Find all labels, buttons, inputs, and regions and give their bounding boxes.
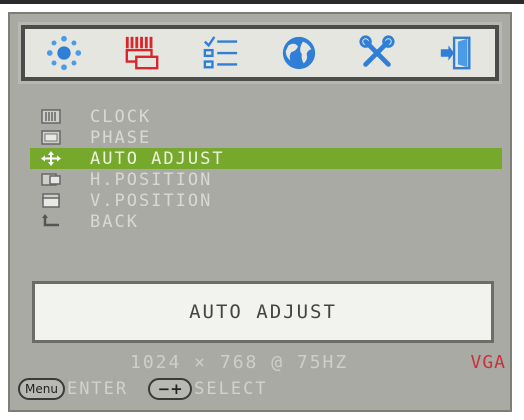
tools-icon (359, 35, 396, 67)
select-hint: SELECT (194, 379, 268, 399)
menu-list: CLOCK PHASE AUTO ADJUST H.POSITION V.POS… (30, 106, 502, 232)
status-line: 1024 × 768 @ 75HZ VGA (10, 352, 510, 376)
exit-door-icon (440, 36, 471, 70)
menu-item-h-position[interactable]: H.POSITION (30, 169, 502, 190)
menu-item-label: V.POSITION (90, 190, 213, 211)
menu-item-label: BACK (90, 211, 139, 232)
menu-item-clock[interactable]: CLOCK (30, 106, 502, 127)
minus-plus-key-icon: −+ (148, 378, 193, 400)
menu-item-label: PHASE (90, 127, 152, 148)
menu-item-back[interactable]: BACK (30, 211, 502, 232)
menu-item-auto-adjust[interactable]: AUTO ADJUST (30, 148, 502, 169)
description-text: AUTO ADJUST (189, 301, 337, 323)
resolution-text: 1024 × 768 @ 75HZ (130, 352, 349, 373)
auto-adjust-arrows-icon (40, 151, 62, 167)
tab-brightness[interactable] (43, 32, 85, 74)
menu-item-v-position[interactable]: V.POSITION (30, 190, 502, 211)
menu-item-label: H.POSITION (90, 169, 213, 190)
tab-image[interactable] (121, 32, 163, 74)
top-border-line (0, 0, 524, 4)
tab-bar (18, 22, 502, 84)
menu-item-label: CLOCK (90, 106, 152, 127)
back-arrow-icon (40, 214, 62, 230)
clock-bars-icon (40, 109, 62, 125)
phase-icon (40, 130, 62, 146)
tab-settings-list[interactable] (200, 32, 242, 74)
menu-key-icon: Menu (18, 378, 65, 400)
menu-item-label: AUTO ADJUST (90, 148, 225, 169)
tab-exit[interactable] (435, 32, 477, 74)
menu-item-phase[interactable]: PHASE (30, 127, 502, 148)
globe-language-icon (282, 36, 316, 70)
checklist-icon (203, 36, 237, 69)
osd-menu-panel: CLOCK PHASE AUTO ADJUST H.POSITION V.POS… (8, 12, 512, 412)
enter-hint: ENTER (66, 379, 129, 399)
tab-language[interactable] (278, 32, 320, 74)
v-position-icon (40, 193, 62, 209)
description-box: AUTO ADJUST (32, 281, 494, 343)
image-adjust-icon (126, 36, 159, 70)
signal-source-text: VGA (470, 352, 506, 373)
tab-tools[interactable] (356, 32, 398, 74)
help-line: Menu ENTER −+ SELECT (18, 376, 268, 402)
brightness-sun-icon (47, 35, 82, 71)
h-position-icon (40, 172, 62, 188)
